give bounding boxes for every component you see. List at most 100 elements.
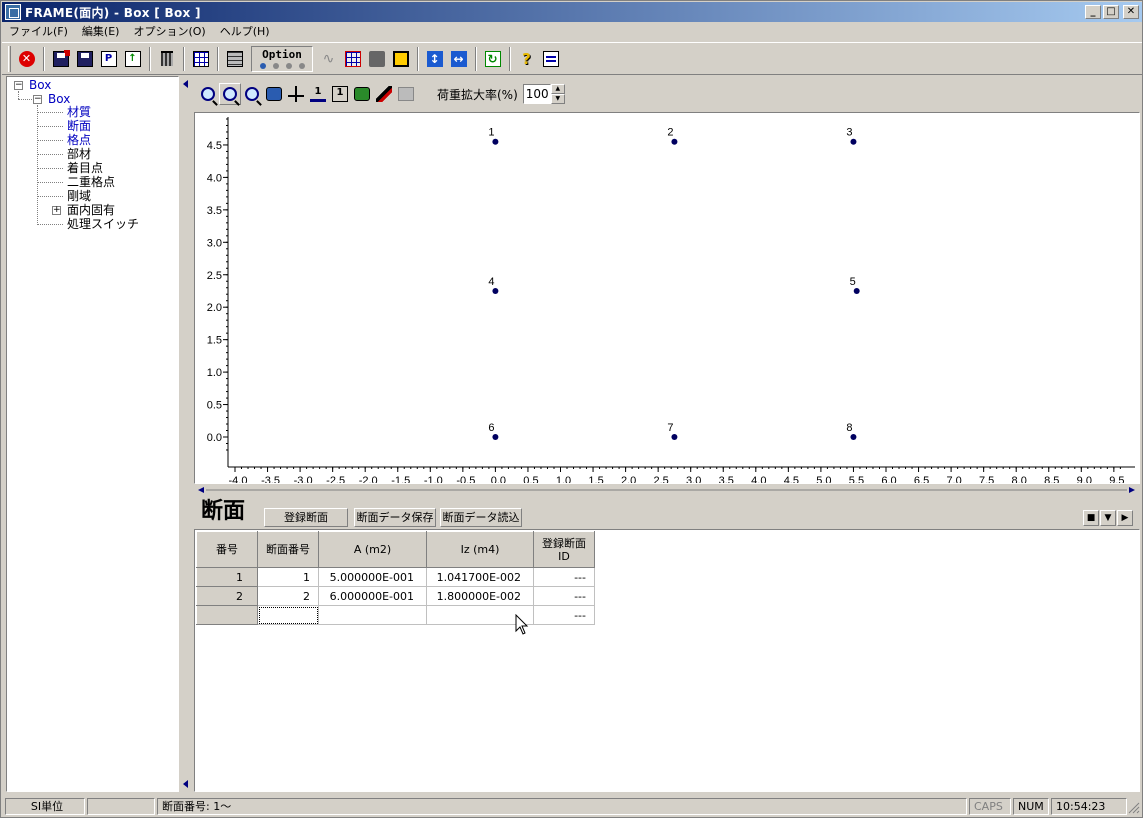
- menu-help[interactable]: ヘルプ(H): [213, 23, 277, 40]
- tree-item-double-node[interactable]: 二重格点: [67, 175, 115, 189]
- crosshair-button[interactable]: [285, 83, 307, 105]
- tree-item-focus-point[interactable]: 着目点: [67, 161, 103, 175]
- spin-up-icon[interactable]: ▲: [550, 84, 565, 94]
- table-cell[interactable]: ---: [533, 567, 595, 587]
- registered-section-button[interactable]: 登録断面: [264, 508, 348, 527]
- table-cell[interactable]: 5.000000E-001: [318, 567, 427, 587]
- zoom-fit-button[interactable]: [197, 83, 219, 105]
- model-canvas[interactable]: 0.0 0.5 1.0 1.5 2.0 2.5 3.0 3.5 4.0 4.5 -4.0 -3.5 -3…: [194, 112, 1140, 484]
- row-header[interactable]: 2: [196, 586, 258, 606]
- table-cell[interactable]: ---: [533, 605, 595, 625]
- structure-button[interactable]: [341, 47, 364, 70]
- x-tick-label: 5.5: [849, 475, 864, 483]
- collapse-left-arrow-icon[interactable]: [183, 780, 188, 788]
- save-button[interactable]: [73, 47, 96, 70]
- x-tick-label: 4.5: [784, 475, 799, 483]
- tree-item-rigid-zone[interactable]: 剛域: [67, 189, 91, 203]
- status-message: 断面番号: 1〜: [157, 798, 967, 815]
- zoom-in-button[interactable]: [219, 83, 241, 105]
- tree-collapse-child-icon[interactable]: −: [33, 95, 42, 104]
- load-scale-input[interactable]: 100: [522, 84, 551, 104]
- down-nav-icon[interactable]: ▼: [1100, 510, 1116, 526]
- play-nav-icon[interactable]: ▶: [1117, 510, 1133, 526]
- member-number-button[interactable]: 1: [329, 83, 351, 105]
- x-tick-label: 8.5: [1044, 475, 1059, 483]
- node-point: [492, 434, 499, 440]
- edit-button[interactable]: [373, 83, 395, 105]
- column-header-number[interactable]: 番号: [196, 531, 258, 568]
- vertical-arrows-button[interactable]: ↕: [423, 47, 446, 70]
- menu-options[interactable]: オプション(O): [126, 23, 212, 40]
- vertical-splitter[interactable]: [180, 76, 192, 792]
- save-section-data-button[interactable]: 断面データ保存: [354, 508, 436, 527]
- table-cell[interactable]: [257, 605, 319, 625]
- pan-button[interactable]: [263, 83, 285, 105]
- settings-button[interactable]: [395, 83, 417, 105]
- status-empty: [87, 798, 155, 815]
- maximize-button[interactable]: □: [1103, 5, 1119, 19]
- table-cell[interactable]: ---: [533, 586, 595, 606]
- table-cell[interactable]: 1.800000E-002: [426, 586, 534, 606]
- load-scale-spinner[interactable]: ▲ ▼: [550, 84, 565, 104]
- row-header[interactable]: 1: [196, 567, 258, 587]
- delete-button[interactable]: [155, 47, 178, 70]
- toolbar-grip[interactable]: [8, 45, 11, 72]
- load-section-data-button[interactable]: 断面データ読込: [440, 508, 522, 527]
- node-point: [671, 138, 678, 145]
- table-cell[interactable]: 1: [257, 567, 319, 587]
- save-as-button[interactable]: [49, 47, 72, 70]
- stop-nav-icon[interactable]: ■: [1083, 510, 1099, 526]
- column-header-iz[interactable]: Iz (m4): [426, 531, 534, 568]
- zoom-out-button[interactable]: [241, 83, 263, 105]
- tree-item-material[interactable]: 材質: [67, 105, 91, 119]
- table-cell[interactable]: 1.041700E-002: [426, 567, 534, 587]
- x-tick-label: -2.5: [326, 475, 345, 483]
- tree-item-inplane-eigen[interactable]: 面内固有: [67, 203, 115, 217]
- horizontal-splitter[interactable]: [194, 486, 1140, 495]
- splitter-right-arrow-icon[interactable]: [1129, 487, 1135, 493]
- export-icon: ↑: [124, 50, 141, 67]
- refresh-button[interactable]: ↻: [481, 47, 504, 70]
- resize-grip-icon[interactable]: [1128, 802, 1140, 814]
- table-cell[interactable]: [318, 605, 427, 625]
- save-as-icon: [52, 49, 70, 67]
- column-header-registered-id[interactable]: 登録断面 ID: [533, 531, 595, 568]
- option-selector[interactable]: Option: [251, 45, 313, 72]
- grid-button[interactable]: [189, 47, 212, 70]
- tree-root[interactable]: Box: [29, 78, 51, 92]
- menu-edit[interactable]: 編集(E): [75, 23, 127, 40]
- collapse-left-arrow-icon[interactable]: [183, 80, 188, 88]
- export-button[interactable]: ↑: [121, 47, 144, 70]
- tree-child[interactable]: Box: [48, 92, 70, 106]
- table-cell[interactable]: 2: [257, 586, 319, 606]
- table-cell[interactable]: 6.000000E-001: [318, 586, 427, 606]
- row-header[interactable]: [196, 605, 258, 625]
- column-header-section-number[interactable]: 断面番号: [257, 531, 319, 568]
- info-button[interactable]: [539, 47, 562, 70]
- splitter-left-arrow-icon[interactable]: [198, 487, 204, 493]
- node-number-button[interactable]: 1: [307, 83, 329, 105]
- tree-item-section[interactable]: 断面: [67, 119, 92, 133]
- tree-item-process-switch[interactable]: 処理スイッチ: [67, 217, 139, 231]
- tree-item-member[interactable]: 部材: [67, 147, 91, 161]
- column-header-area[interactable]: A (m2): [318, 531, 427, 568]
- display-button[interactable]: [389, 47, 412, 70]
- wave-button[interactable]: ∿: [317, 47, 340, 70]
- block-button[interactable]: [365, 47, 388, 70]
- find-button[interactable]: [351, 83, 373, 105]
- horizontal-arrows-button[interactable]: ↔: [447, 47, 470, 70]
- print-button[interactable]: P: [97, 47, 120, 70]
- node-plot[interactable]: 0.0 0.5 1.0 1.5 2.0 2.5 3.0 3.5 4.0 4.5 -4.0 -3.5 -3…: [195, 113, 1139, 483]
- spin-down-icon[interactable]: ▼: [550, 94, 565, 104]
- close-button[interactable]: ✕: [1123, 5, 1139, 19]
- stop-button[interactable]: ✕: [15, 47, 38, 70]
- help-button[interactable]: ?: [515, 47, 538, 70]
- minimize-button[interactable]: _: [1085, 5, 1101, 19]
- tree-collapse-root-icon[interactable]: −: [14, 81, 23, 90]
- menu-file[interactable]: ファイル(F): [2, 23, 75, 40]
- calculator-button[interactable]: [223, 47, 246, 70]
- tree-view[interactable]: − Box − Box 材質 断面 格点 部材 着目点 二重格点 剛域 + 面内…: [6, 76, 179, 792]
- tree-expand-eigen-icon[interactable]: +: [52, 206, 61, 215]
- app-icon[interactable]: [5, 4, 21, 20]
- tree-item-node[interactable]: 格点: [67, 133, 91, 147]
